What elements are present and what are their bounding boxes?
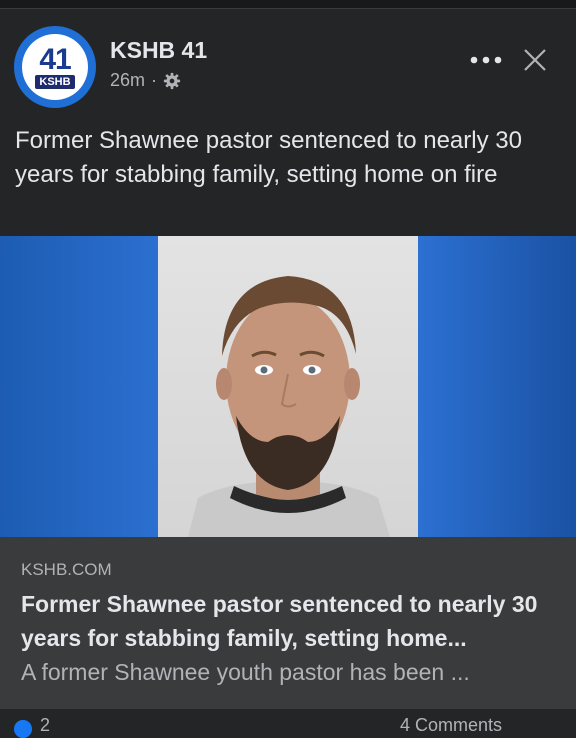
reactions-bar: 2 4 Comments <box>0 709 576 738</box>
image-background-left <box>0 236 158 537</box>
link-description: A former Shawnee youth pastor has been .… <box>21 659 470 685</box>
image-background-right <box>418 236 576 537</box>
post-time[interactable]: 26m <box>110 70 145 91</box>
mugshot-photo <box>158 236 418 537</box>
link-domain: KSHB.COM <box>21 560 112 579</box>
top-divider <box>0 0 576 9</box>
link-title[interactable]: Former Shawnee pastor sentenced to nearl… <box>21 587 561 655</box>
page-name[interactable]: KSHB 41 <box>110 37 207 64</box>
person-illustration <box>188 276 390 537</box>
page-avatar[interactable]: 41 KSHB <box>14 26 96 108</box>
post-caption: Former Shawnee pastor sentenced to nearl… <box>15 127 522 188</box>
avatar-number: 41 <box>39 42 71 76</box>
link-image[interactable] <box>0 236 576 537</box>
like-icon <box>14 720 32 738</box>
close-icon[interactable] <box>520 45 550 75</box>
post-meta: 26m · <box>110 70 181 91</box>
comment-count[interactable]: 4 Comments <box>400 715 502 736</box>
gear-icon[interactable] <box>163 72 181 90</box>
avatar-callsign: KSHB <box>35 74 75 89</box>
reaction-count[interactable]: 2 <box>40 715 50 736</box>
link-preview[interactable]: KSHB.COM Former Shawnee pastor sentenced… <box>0 537 576 709</box>
meta-separator: · <box>151 70 158 90</box>
more-options-icon[interactable] <box>466 45 506 75</box>
post-header: 41 KSHB KSHB 41 26m · <box>0 9 576 117</box>
avatar-logo: 41 KSHB <box>22 34 88 100</box>
